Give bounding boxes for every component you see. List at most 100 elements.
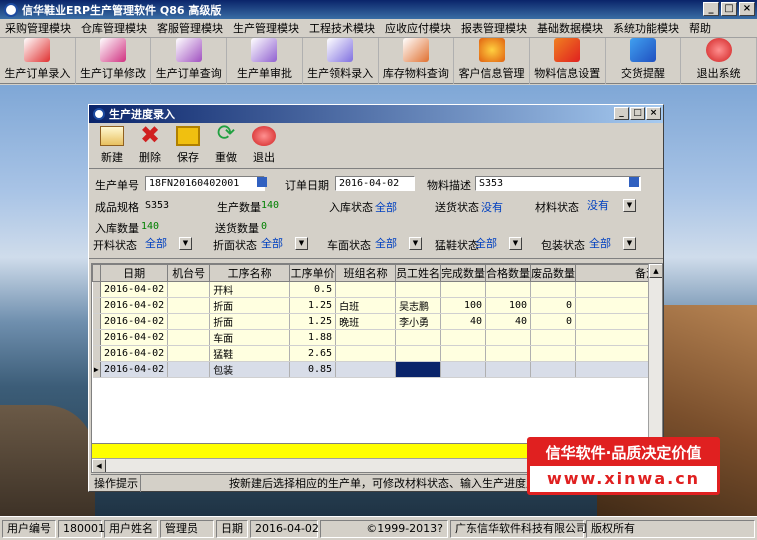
prod-no-field[interactable]: 18FN20160402001 bbox=[145, 176, 265, 191]
promo-banner: 信华软件·品质决定价值 www.xinwa.cn bbox=[527, 437, 720, 495]
table-row-current[interactable]: ▶ 2016-04-02 包装 0.85 bbox=[92, 361, 662, 378]
vertical-scrollbar[interactable]: ▲ ▼ bbox=[648, 264, 662, 457]
instock-status-label: 入库状态 bbox=[329, 201, 373, 214]
user-no-value: 180001 bbox=[58, 519, 105, 538]
spec-value: S353 bbox=[145, 200, 170, 211]
save-button[interactable]: 保存 bbox=[169, 126, 207, 165]
gear-icon bbox=[554, 38, 581, 62]
menu-engineering[interactable]: 工程技术模块 bbox=[304, 20, 380, 36]
col-process[interactable]: 工序名称 bbox=[209, 264, 291, 282]
hint-text: 按新建后选择相应的生产单，可修改材料状态、输入生产进度及生产 bbox=[229, 477, 559, 490]
order-approve-button[interactable]: 生产单审批 bbox=[227, 38, 303, 84]
exit-button[interactable]: 退出 bbox=[245, 126, 283, 165]
menu-production[interactable]: 生产管理模块 bbox=[228, 20, 304, 36]
spec-label: 成品规格 bbox=[95, 201, 139, 214]
bell-icon bbox=[629, 38, 656, 62]
col-unit-price[interactable]: 工序单价 bbox=[289, 264, 337, 282]
order-date-label: 订单日期 bbox=[285, 179, 329, 192]
fold-status-select[interactable]: 全部 ▼ bbox=[261, 236, 308, 250]
menu-system[interactable]: 系统功能模块 bbox=[608, 20, 684, 36]
banner-url: www.xinwa.cn bbox=[546, 469, 701, 488]
production-progress-window: 生产进度录入 _ □ × 新建 ✖ 删除 保存 ⟳ 重做 退出 生产单号 18FN2… bbox=[88, 104, 664, 492]
pack-status-select[interactable]: 全部 ▼ bbox=[589, 236, 636, 250]
child-close-button[interactable]: × bbox=[646, 107, 661, 120]
table-row[interactable]: 2016-04-02 猛鞋 2.65 bbox=[92, 345, 662, 362]
material-issue-button[interactable]: 生产领料录入 bbox=[303, 38, 379, 84]
lookup-icon[interactable] bbox=[257, 177, 267, 187]
user-no-label: 用户编号 bbox=[2, 519, 56, 538]
maximize-button[interactable]: □ bbox=[721, 2, 737, 16]
child-minimize-button[interactable]: _ bbox=[614, 107, 629, 120]
table-row[interactable]: 2016-04-02 开料 0.5 bbox=[92, 281, 662, 298]
menu-help[interactable]: 帮助 bbox=[684, 20, 716, 36]
doc-icon bbox=[100, 38, 127, 62]
last-status-select[interactable]: 全部 ▼ bbox=[475, 236, 522, 250]
col-scrap-qty[interactable]: 废品数量 bbox=[530, 264, 577, 282]
table-row[interactable]: 2016-04-02 折面 1.25 晚班 李小勇 40 40 0 bbox=[92, 313, 662, 330]
redo-button[interactable]: ⟳ 重做 bbox=[207, 122, 245, 165]
menu-reports[interactable]: 报表管理模块 bbox=[456, 20, 532, 36]
col-team[interactable]: 班组名称 bbox=[335, 264, 397, 282]
menu-service[interactable]: 客服管理模块 bbox=[152, 20, 228, 36]
prod-no-label: 生产单号 bbox=[95, 179, 139, 192]
delete-button[interactable]: ✖ 删除 bbox=[131, 123, 169, 165]
material-settings-button[interactable]: 物料信息设置 bbox=[530, 38, 606, 84]
sew-status-select[interactable]: 全部 ▼ bbox=[375, 236, 422, 250]
menu-basedata[interactable]: 基础数据模块 bbox=[532, 20, 608, 36]
main-toolbar: 生产订单录入 生产订单修改 生产订单查询 生产单审批 生产领料录入 库存物料查询… bbox=[0, 38, 757, 84]
refresh-icon: ⟳ bbox=[216, 121, 236, 146]
delivery-reminder-button[interactable]: 交货提醒 bbox=[606, 38, 682, 84]
exit-icon bbox=[705, 38, 732, 62]
lookup-icon[interactable] bbox=[629, 177, 639, 187]
menu-purchase[interactable]: 采购管理模块 bbox=[0, 20, 76, 36]
new-doc-icon bbox=[100, 126, 124, 146]
window-icon bbox=[93, 108, 105, 120]
menu-finance[interactable]: 应收应付模块 bbox=[380, 20, 456, 36]
instock-status-value[interactable]: 全部 bbox=[375, 199, 397, 215]
col-done-qty[interactable]: 完成数量 bbox=[440, 264, 487, 282]
order-date-field[interactable]: 2016-04-02 bbox=[335, 176, 415, 191]
progress-table: 日期 机台号 工序名称 工序单价 班组名称 员工姓名 完成数量 合格数量 废品数… bbox=[92, 264, 662, 378]
instock-qty-label: 入库数量 bbox=[95, 222, 139, 235]
instock-qty-value: 140 bbox=[141, 221, 160, 232]
table-row[interactable]: 2016-04-02 车面 1.88 bbox=[92, 329, 662, 346]
col-date[interactable]: 日期 bbox=[99, 264, 169, 282]
current-row-arrow-icon: ▶ bbox=[92, 361, 101, 378]
scroll-up-icon[interactable]: ▲ bbox=[649, 264, 662, 278]
user-name-value: 管理员 bbox=[160, 519, 214, 538]
menu-warehouse[interactable]: 仓库管理模块 bbox=[76, 20, 152, 36]
date-label: 日期 bbox=[216, 519, 248, 538]
delivery-status-label: 送货状态 bbox=[435, 201, 479, 214]
col-employee[interactable]: 员工姓名 bbox=[395, 264, 442, 282]
close-button[interactable]: × bbox=[739, 2, 755, 16]
material-desc-field[interactable]: S353 bbox=[475, 176, 641, 191]
material-status-select[interactable]: 没有 ▼ bbox=[587, 198, 636, 212]
cut-status-select[interactable]: 全部 ▼ bbox=[145, 236, 192, 250]
order-query-button[interactable]: 生产订单查询 bbox=[151, 38, 228, 84]
col-machine[interactable]: 机台号 bbox=[167, 264, 211, 282]
app-logo-icon bbox=[4, 2, 18, 17]
table-row[interactable]: 2016-04-02 折面 1.25 白班 吴志鹏 100 100 0 bbox=[92, 297, 662, 314]
order-entry-button[interactable]: 生产订单录入 bbox=[0, 38, 76, 84]
status-bar: 用户编号 180001 用户姓名 管理员 日期 2016-04-02 ©1999… bbox=[0, 516, 757, 540]
inventory-query-button[interactable]: 库存物料查询 bbox=[379, 38, 455, 84]
delivery-status-value[interactable]: 没有 bbox=[481, 199, 503, 215]
material-desc-label: 物料描述 bbox=[427, 179, 471, 192]
background-rock-left bbox=[0, 405, 95, 516]
active-cell[interactable] bbox=[395, 361, 442, 378]
scroll-left-icon[interactable]: ◀ bbox=[92, 459, 106, 472]
approve-icon bbox=[251, 38, 278, 62]
exit-system-button[interactable]: 退出系统 bbox=[681, 38, 757, 84]
app-title-bar: 信华鞋业ERP生产管理软件 Q86 高级版 _ □ × bbox=[0, 0, 757, 19]
col-pass-qty[interactable]: 合格数量 bbox=[485, 264, 532, 282]
order-edit-button[interactable]: 生产订单修改 bbox=[76, 38, 152, 84]
material-status-label: 材料状态 bbox=[535, 201, 579, 214]
last-status-label: 猛鞋状态 bbox=[435, 239, 479, 252]
child-maximize-button[interactable]: □ bbox=[630, 107, 645, 120]
fold-status-label: 折面状态 bbox=[213, 239, 257, 252]
customer-info-button[interactable]: 客户信息管理 bbox=[454, 38, 530, 84]
new-button[interactable]: 新建 bbox=[93, 126, 131, 165]
minimize-button[interactable]: _ bbox=[703, 2, 719, 16]
copyright: ©1999-2013? bbox=[320, 519, 448, 538]
user-name-label: 用户姓名 bbox=[104, 519, 158, 538]
